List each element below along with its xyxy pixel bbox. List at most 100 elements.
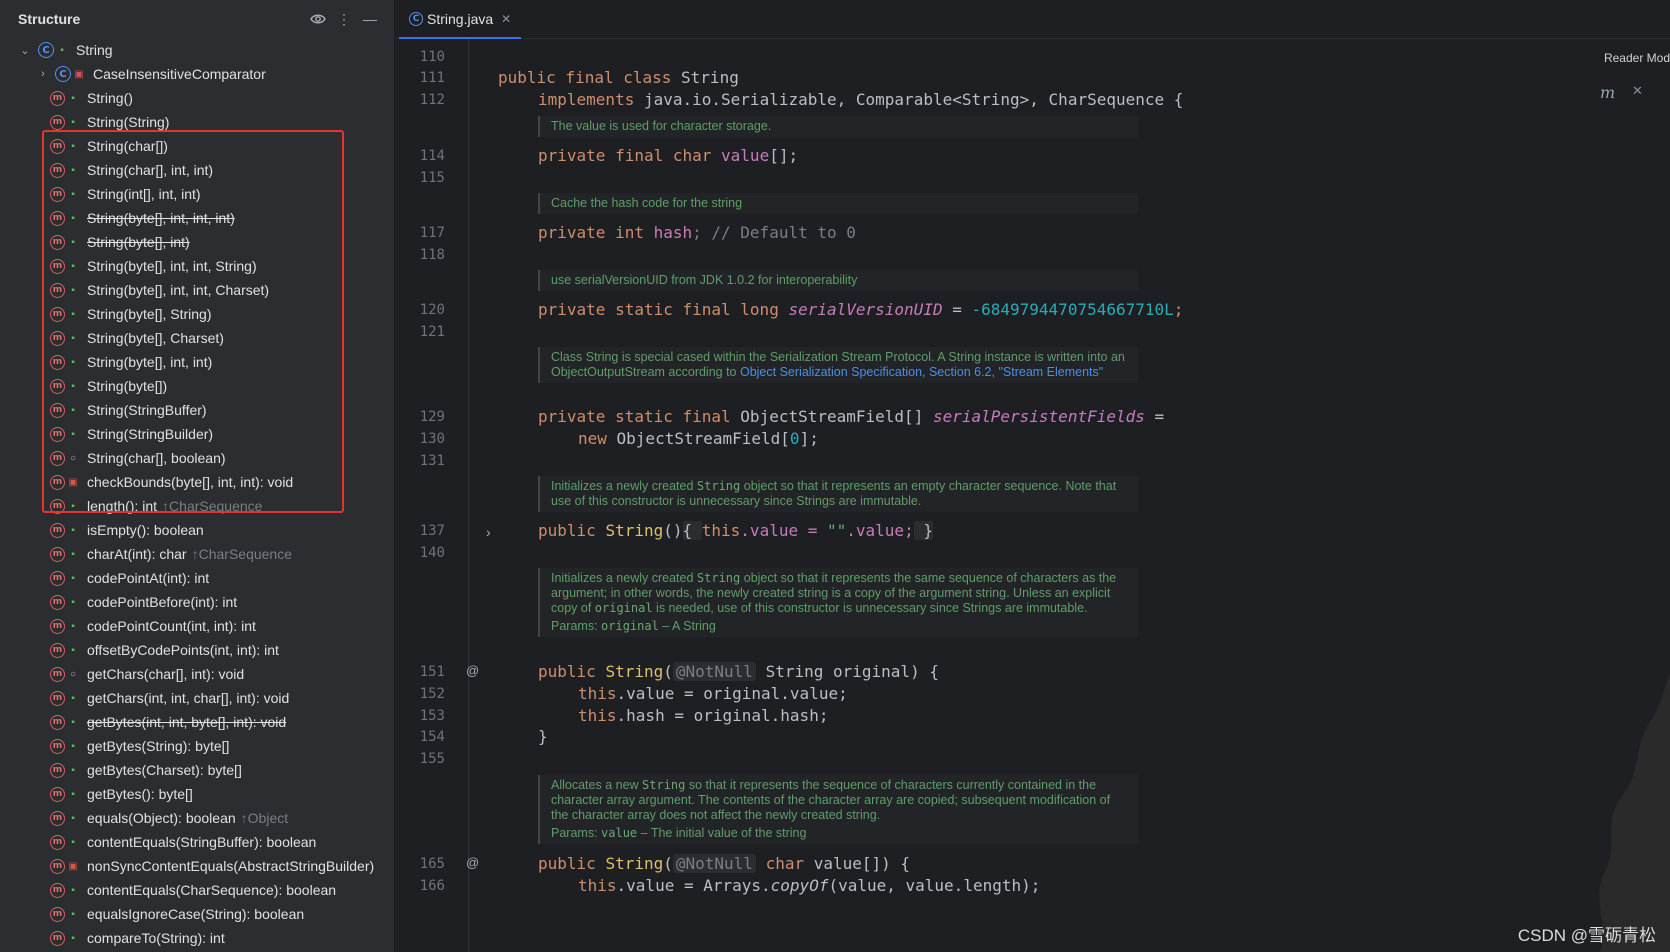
chevron-right-icon[interactable]: ›	[36, 68, 50, 80]
minimize-icon[interactable]: —	[358, 7, 382, 31]
tree-item[interactable]: m ▪ getBytes(String): byte[]	[0, 734, 394, 758]
public-visibility-icon: ▪	[71, 404, 75, 416]
line-number: 120	[419, 302, 445, 318]
tree-item[interactable]: m ▪ getChars(int, int, char[], int): void	[0, 686, 394, 710]
method-icon: m	[50, 906, 65, 922]
tree-item[interactable]: m ▪ String(byte[], int)	[0, 230, 394, 254]
line-number: 137	[419, 523, 445, 539]
doc-comment: Class String is special cased within the…	[538, 347, 1138, 383]
doc-link[interactable]: Object Serialization Specification, Sect…	[740, 365, 1103, 379]
tree-item-label: contentEquals(CharSequence): boolean	[87, 882, 337, 898]
tree-item[interactable]: m ▣ checkBounds(byte[], int, int): void	[0, 470, 394, 494]
tree-item[interactable]: m ▪ String(byte[])	[0, 374, 394, 398]
public-visibility-icon: ▪	[71, 332, 75, 344]
tree-item[interactable]: m ▪ String(String)	[0, 110, 394, 134]
method-icon: m	[50, 834, 65, 850]
tree-item[interactable]: m ▪ String(int[], int, int)	[0, 182, 394, 206]
tree-item[interactable]: m ▪ codePointCount(int, int): int	[0, 614, 394, 638]
annotation-gutter-icon[interactable]: @	[466, 663, 479, 678]
tree-item[interactable]: m ▪ equalsIgnoreCase(String): boolean	[0, 902, 394, 926]
eye-icon[interactable]	[306, 7, 330, 31]
tree-item[interactable]: m ○ getChars(char[], int): void	[0, 662, 394, 686]
method-icon: m	[50, 666, 65, 682]
tree-item[interactable]: m ▪ String(byte[], int, int, Charset)	[0, 278, 394, 302]
public-visibility-icon: ▪	[71, 428, 75, 440]
tree-item[interactable]: m ▪ String(char[])	[0, 134, 394, 158]
public-visibility-icon: ▪	[71, 356, 75, 368]
tree-item[interactable]: m ○ String(char[], boolean)	[0, 446, 394, 470]
line-number: 114	[419, 148, 445, 164]
tree-item[interactable]: m ▪ isEmpty(): boolean	[0, 518, 394, 542]
tree-item[interactable]: m ▪ codePointBefore(int): int	[0, 590, 394, 614]
tree-item[interactable]: m ▣ nonSyncContentEquals(AbstractStringBui…	[0, 854, 394, 878]
chevron-down-icon[interactable]: ⌄	[18, 44, 32, 57]
class-icon: C	[38, 42, 54, 58]
tree-item[interactable]: m ▪ String(byte[], int, int)	[0, 350, 394, 374]
tree-item[interactable]: m ▪ String(StringBuilder)	[0, 422, 394, 446]
tree-item[interactable]: m ▪ String(StringBuffer)	[0, 398, 394, 422]
tree-item[interactable]: m ▪ equals(Object): boolean ↑Object	[0, 806, 394, 830]
line-number: 129	[419, 409, 445, 425]
private-visibility-icon: ▣	[68, 476, 78, 488]
public-visibility-icon: ▪	[71, 212, 75, 224]
private-visibility-icon: ▣	[68, 860, 78, 872]
tab-string-java[interactable]: C String.java ✕	[399, 0, 522, 39]
tree-item-label: String(char[], int, int)	[87, 162, 214, 178]
method-icon: m	[50, 690, 65, 706]
reader-mode-toggle[interactable]: Reader Mod	[1604, 51, 1670, 65]
private-visibility-icon: ▣	[74, 68, 84, 80]
tree-item[interactable]: m ▪ contentEquals(CharSequence): boolean	[0, 878, 394, 902]
method-icon: m	[50, 474, 65, 490]
structure-panel: Structure ⋮ — ⌄ C ▪ String › C ▣ CaseInsens…	[0, 0, 395, 952]
public-visibility-icon: ▪	[71, 716, 75, 728]
tree-item-label: isEmpty(): boolean	[87, 522, 204, 538]
tree-item[interactable]: m ▪ getBytes(Charset): byte[]	[0, 758, 394, 782]
line-number: 121	[419, 324, 445, 340]
code-line-114: private final char value[];	[538, 146, 799, 165]
tree-item[interactable]: m ▪ String()	[0, 86, 394, 110]
background-silhouette	[1599, 672, 1670, 952]
code-editor[interactable]: Reader Mod m ✕ 110 111 112 114 115 117 1…	[395, 39, 1670, 952]
watermark: CSDN @雪砺青松	[1517, 926, 1656, 945]
method-icon: m	[50, 258, 65, 274]
fold-expand-icon[interactable]: ›	[486, 524, 491, 540]
tree-item[interactable]: m ▪ String(char[], int, int)	[0, 158, 394, 182]
tree-item[interactable]: m ▪ charAt(int): char ↑CharSequence	[0, 542, 394, 566]
method-icon: m	[50, 618, 65, 634]
tree-item-label: String(byte[], int, int, Charset)	[87, 282, 270, 298]
tree-item[interactable]: m ▪ compareTo(String): int	[0, 926, 394, 950]
tree-item[interactable]: m ▪ getBytes(int, int, byte[], int): void	[0, 710, 394, 734]
tree-item[interactable]: m ▪ String(byte[], String)	[0, 302, 394, 326]
method-icon: m	[50, 402, 65, 418]
line-number: 130	[419, 431, 445, 447]
more-options-icon[interactable]: ⋮	[332, 7, 356, 31]
gutter-divider	[468, 39, 469, 952]
tree-item[interactable]: m ▪ String(byte[], Charset)	[0, 326, 394, 350]
close-icon[interactable]: ✕	[1632, 83, 1643, 99]
ai-assistant-icon[interactable]: m	[1600, 83, 1615, 102]
public-visibility-icon: ▪	[71, 740, 75, 752]
tree-item[interactable]: m ▪ getBytes(): byte[]	[0, 782, 394, 806]
inherited-from-label: ↑CharSequence	[191, 546, 292, 562]
tree-item[interactable]: m ▪ String(byte[], int, int, String)	[0, 254, 394, 278]
method-icon: m	[50, 738, 65, 754]
tree-root-string[interactable]: ⌄ C ▪ String	[0, 38, 394, 62]
tree-item[interactable]: m ▪ contentEquals(StringBuffer): boolean	[0, 830, 394, 854]
code-line-153: this.hash = original.hash;	[578, 706, 829, 725]
tree-item[interactable]: m ▪ codePointAt(int): int	[0, 566, 394, 590]
tree-item[interactable]: m ▪ length(): int ↑CharSequence	[0, 494, 394, 518]
tree-item[interactable]: m ▪ String(byte[], int, int, int)	[0, 206, 394, 230]
tree-item[interactable]: › C ▣ CaseInsensitiveComparator	[0, 62, 394, 86]
method-icon: m	[50, 522, 65, 538]
class-file-icon: C	[409, 11, 423, 26]
tree-item[interactable]: m ▪ offsetByCodePoints(int, int): int	[0, 638, 394, 662]
tree-item-label: String(StringBuilder)	[87, 426, 214, 442]
public-visibility-icon: ▪	[71, 692, 75, 704]
tree-item-label: codePointAt(int): int	[87, 570, 210, 586]
close-tab-icon[interactable]: ✕	[501, 12, 511, 26]
method-icon: m	[50, 162, 65, 178]
line-number: 155	[419, 751, 445, 767]
line-number: 165	[419, 856, 445, 872]
annotation-gutter-icon[interactable]: @	[466, 855, 479, 870]
code-line-137: public String(){ this.value = "".value; …	[538, 521, 933, 540]
